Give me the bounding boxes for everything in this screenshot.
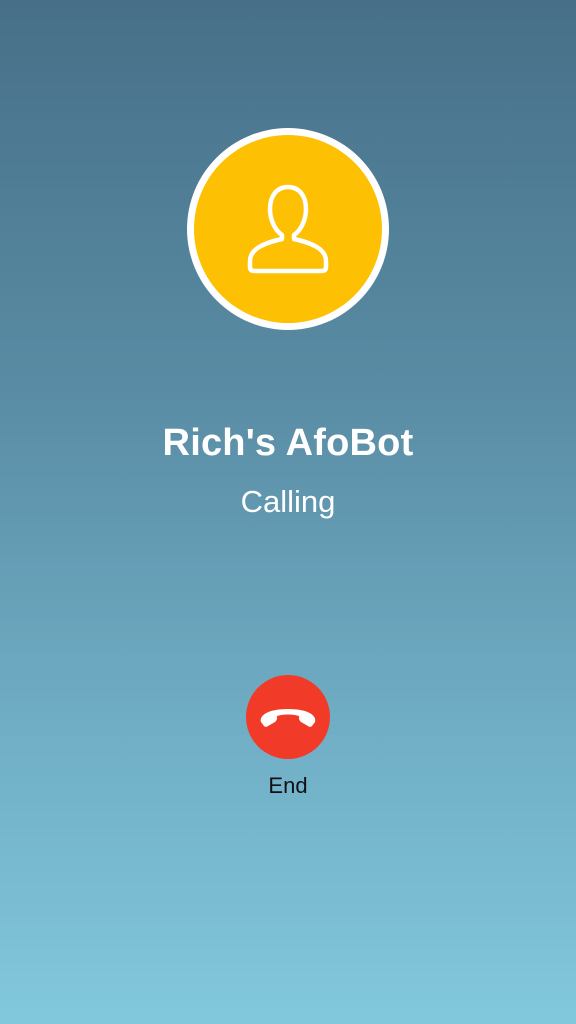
caller-avatar (187, 128, 389, 330)
call-status: Calling (240, 484, 336, 519)
call-screen: Rich's AfoBot Calling End (0, 0, 576, 1024)
person-icon (247, 184, 329, 274)
caller-name: Rich's AfoBot (162, 422, 414, 464)
end-call-button[interactable] (246, 675, 330, 759)
end-call-label: End (268, 773, 308, 798)
phone-hangup-icon (260, 709, 316, 727)
avatar-circle (194, 135, 382, 323)
